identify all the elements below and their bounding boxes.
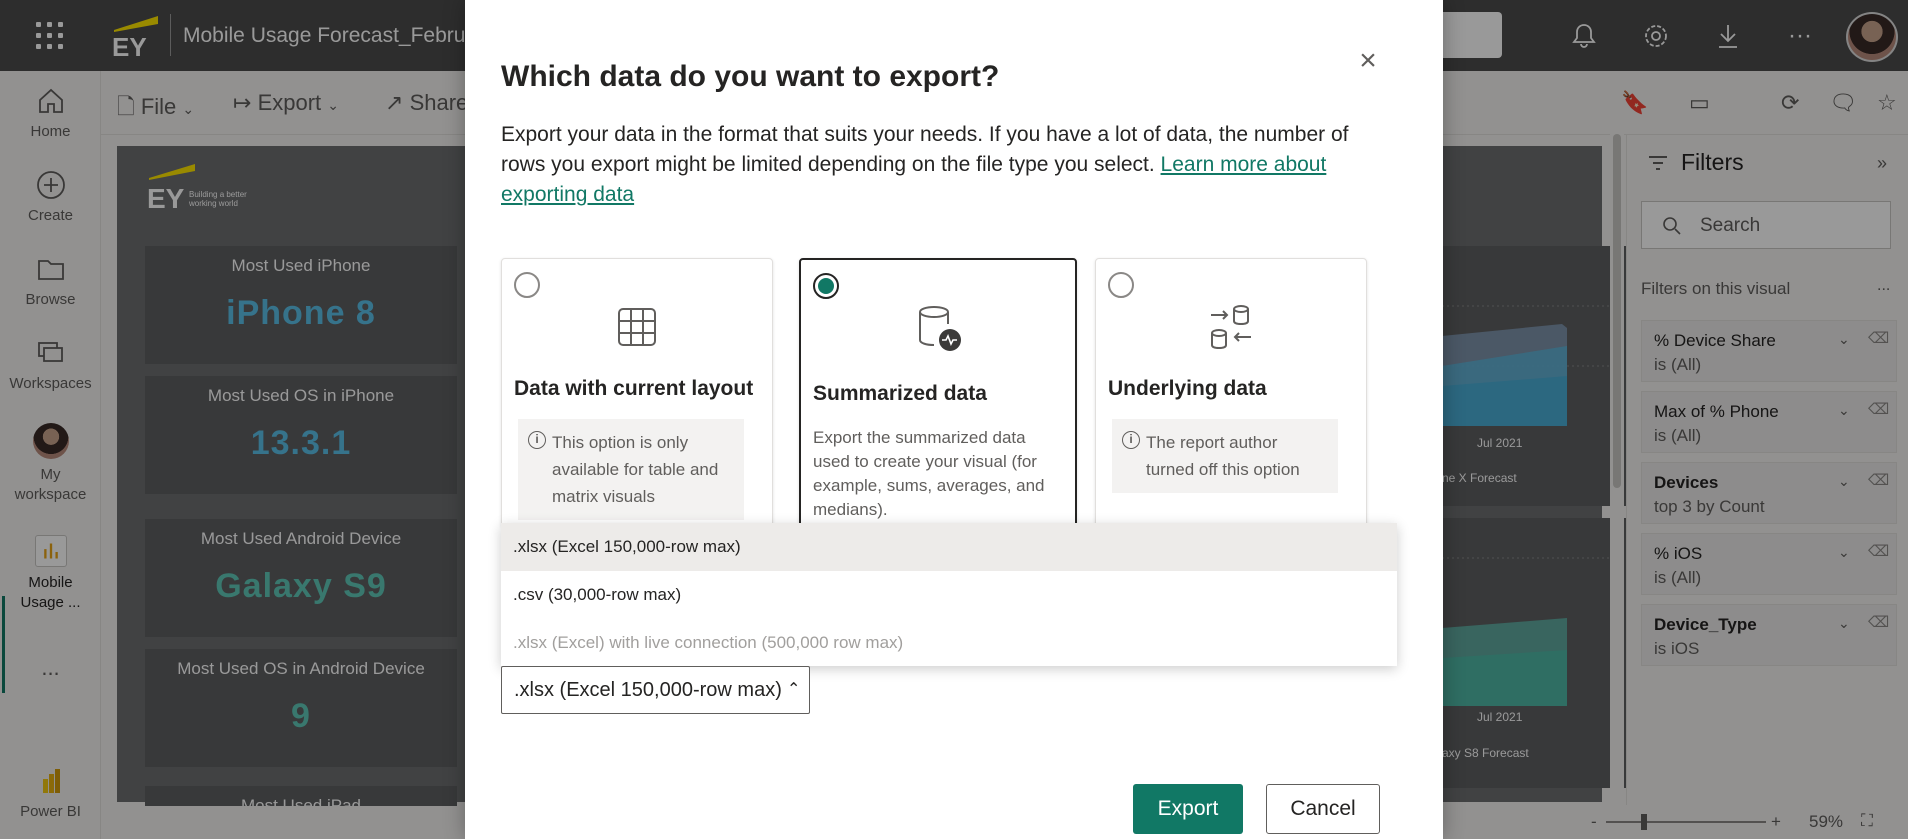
radio-current-layout[interactable]: [514, 272, 540, 298]
option-info: i This option is only available for tabl…: [518, 419, 744, 520]
radio-summarized-data[interactable]: [813, 273, 839, 299]
selected-format: .xlsx (Excel 150,000-row max): [514, 679, 782, 701]
option-name: Summarized data: [813, 382, 987, 405]
format-option-xlsx[interactable]: .xlsx (Excel 150,000-row max): [501, 523, 1397, 571]
info-icon: i: [1122, 431, 1140, 449]
option-info-text: The report author turned off this option: [1146, 433, 1300, 479]
underlying-data-icon: [1211, 305, 1251, 350]
option-info: i The report author turned off this opti…: [1112, 419, 1338, 493]
dialog-description: Export your data in the format that suit…: [501, 120, 1381, 210]
summarized-data-icon: [919, 306, 961, 351]
export-data-dialog: Which data do you want to export? × Expo…: [465, 0, 1443, 839]
close-icon[interactable]: ×: [1353, 46, 1383, 76]
chevron-up-icon: ⌃: [787, 681, 801, 698]
option-name: Underlying data: [1108, 377, 1267, 400]
option-underlying-data[interactable]: Underlying data i The report author turn…: [1095, 258, 1367, 528]
info-icon: i: [528, 431, 546, 449]
format-option-xlsx-live: .xlsx (Excel) with live connection (500,…: [513, 633, 904, 652]
format-option-csv[interactable]: .csv (30,000-row max): [501, 571, 1397, 619]
dialog-title: Which data do you want to export?: [501, 60, 1000, 93]
radio-underlying-data[interactable]: [1108, 272, 1134, 298]
option-name: Data with current layout: [514, 377, 754, 400]
option-summarized-data[interactable]: Summarized data Export the summarized da…: [799, 258, 1077, 528]
export-button[interactable]: Export: [1133, 784, 1243, 834]
table-icon: [618, 308, 656, 346]
option-current-layout[interactable]: Data with current layout i This option i…: [501, 258, 773, 528]
file-format-select[interactable]: .xlsx (Excel 150,000-row max) ⌃: [501, 666, 810, 714]
cancel-button[interactable]: Cancel: [1266, 784, 1380, 834]
file-format-dropdown-list: .xlsx (Excel 150,000-row max) .csv (30,0…: [501, 523, 1397, 666]
option-info-text: This option is only available for table …: [552, 433, 719, 506]
option-description: Export the summarized data used to creat…: [813, 428, 1045, 519]
